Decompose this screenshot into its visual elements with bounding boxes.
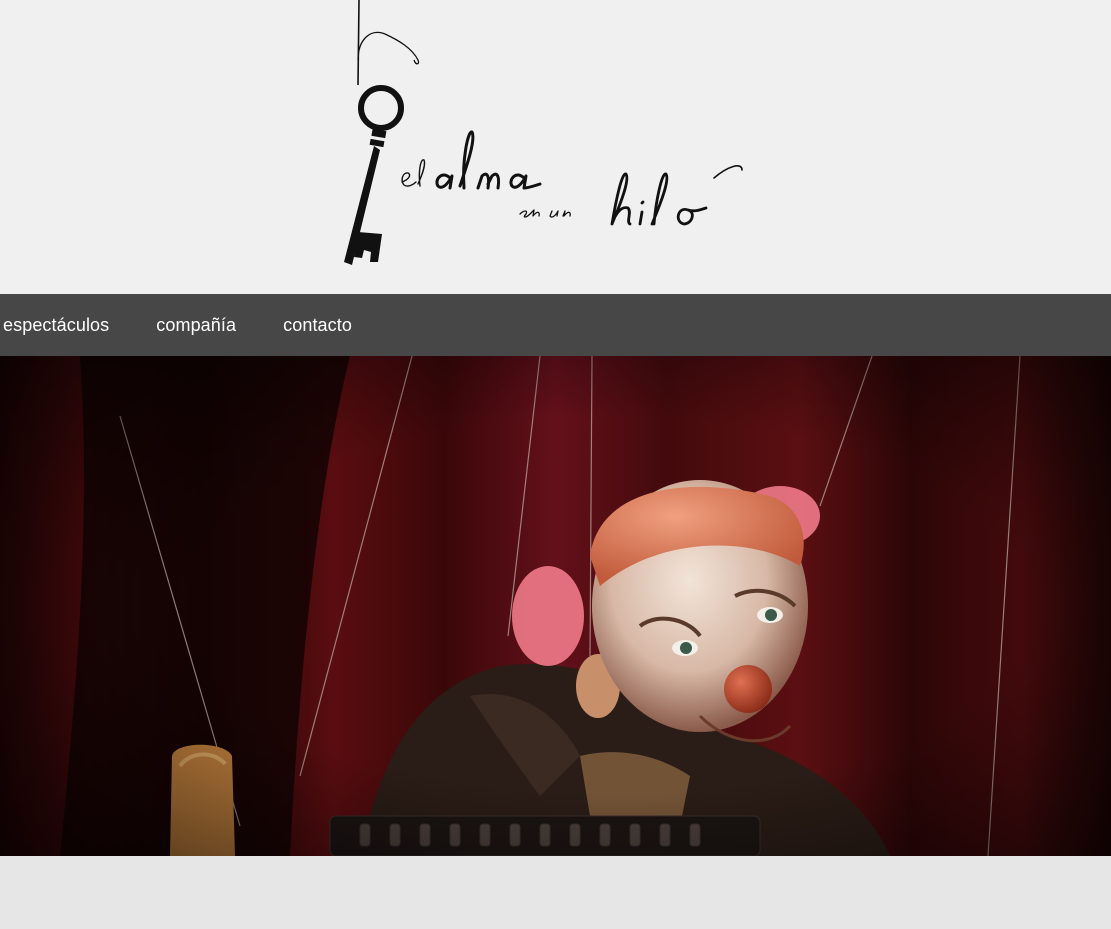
nav-item-espectaculos[interactable]: espectáculos (3, 315, 109, 335)
hanging-key-icon (344, 0, 743, 265)
site-header (0, 0, 1111, 294)
site-logo[interactable] (330, 0, 760, 280)
clown-marionette-photo (0, 356, 1111, 856)
hero-image (0, 356, 1111, 856)
main-nav: espectáculos compañía contacto (0, 294, 1111, 356)
nav-item-contacto[interactable]: contacto (283, 315, 352, 335)
nav-item-compania[interactable]: compañía (156, 315, 236, 335)
page-footer-band (0, 856, 1111, 929)
